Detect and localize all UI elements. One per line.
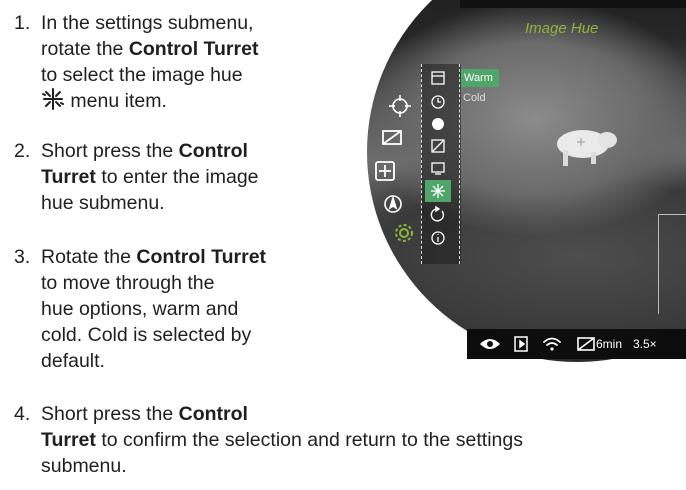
reset-icon[interactable] — [428, 206, 448, 222]
step-2: 2. Short press the Control Turret to ent… — [14, 138, 354, 218]
option-warm[interactable]: Warm — [461, 69, 499, 87]
step-line: cold. Cold is selected by — [41, 324, 252, 346]
step-1: 1. In the settings submenu, rotate the C… — [14, 10, 354, 120]
record-icon — [514, 336, 528, 352]
option-cold[interactable]: Cold — [463, 92, 486, 104]
step-line: default. — [41, 350, 105, 372]
step-line: In the settings submenu, — [41, 12, 254, 34]
step-text: to enter the image — [95, 166, 259, 188]
step-text: Short press the — [41, 403, 179, 425]
timer-readout: 6min — [596, 337, 623, 351]
control-turret-term: Control Turret — [136, 246, 267, 268]
scope-view — [367, 0, 686, 372]
step-text: to confirm the selection and return to t… — [95, 429, 523, 451]
step-line: to select the image hue — [41, 64, 243, 86]
control-turret-term: Control Turret — [128, 38, 259, 60]
crosshair-icon[interactable] — [389, 95, 411, 117]
pip-frame — [658, 214, 686, 314]
step-line: Rotate the Control Turret — [41, 244, 266, 270]
step-number: 4. — [14, 403, 31, 425]
step-line: Short press the Control — [41, 138, 259, 164]
eye-icon — [480, 339, 500, 349]
step-line: rotate the Control Turret — [41, 36, 258, 62]
control-turret-term: Turret — [41, 166, 96, 188]
pip-icon[interactable] — [374, 160, 396, 182]
step-line: submenu. — [41, 455, 127, 477]
step-line: Turret to enter the image — [41, 164, 259, 190]
step-number: 2. — [14, 140, 31, 162]
step-text: Rotate the — [41, 246, 137, 268]
hue-icon — [42, 88, 64, 110]
step-text: menu item. — [65, 90, 167, 112]
step-line: hue options, warm and — [41, 298, 239, 320]
display-icon[interactable] — [428, 160, 448, 176]
globe-icon[interactable] — [428, 116, 448, 132]
step-line: menu item. — [41, 88, 258, 114]
menu-title: Image Hue — [525, 20, 599, 37]
step-line: Short press the Control — [41, 401, 523, 427]
step-line: hue submenu. — [41, 192, 165, 214]
step-3: 3. Rotate the Control Turret to move thr… — [14, 244, 354, 400]
monitor-icon[interactable] — [381, 127, 403, 149]
bottom-status-bar: 6min 3.5× — [467, 329, 686, 359]
step-number: 3. — [14, 246, 31, 268]
step-text: rotate the — [41, 38, 129, 60]
control-turret-term: Turret — [41, 429, 96, 451]
step-line: Turret to confirm the selection and retu… — [41, 427, 523, 453]
calendar-icon[interactable] — [428, 70, 448, 86]
top-status-bar — [460, 0, 686, 8]
battery-icon — [577, 337, 595, 351]
gear-icon[interactable] — [393, 222, 415, 244]
clock-icon[interactable] — [428, 94, 448, 110]
hue-icon[interactable] — [428, 183, 448, 199]
animal-silhouette — [557, 130, 617, 166]
control-turret-term: Control — [178, 403, 248, 425]
step-text: Short press the — [41, 140, 179, 162]
step-number: 1. — [14, 12, 31, 34]
control-turret-term: Control — [178, 140, 248, 162]
thermal-image — [367, 0, 686, 362]
zoom-readout: 3.5× — [633, 337, 657, 351]
menu-bracket-right — [459, 64, 461, 264]
wifi-icon — [543, 337, 561, 351]
compass-icon[interactable] — [382, 193, 404, 215]
menu-bracket-left — [421, 64, 423, 264]
step-line: to move through the — [41, 272, 215, 294]
brightness-icon[interactable] — [428, 138, 448, 154]
step-4: 4. Short press the Control Turret to con… — [14, 401, 684, 481]
info-icon[interactable] — [428, 230, 448, 246]
